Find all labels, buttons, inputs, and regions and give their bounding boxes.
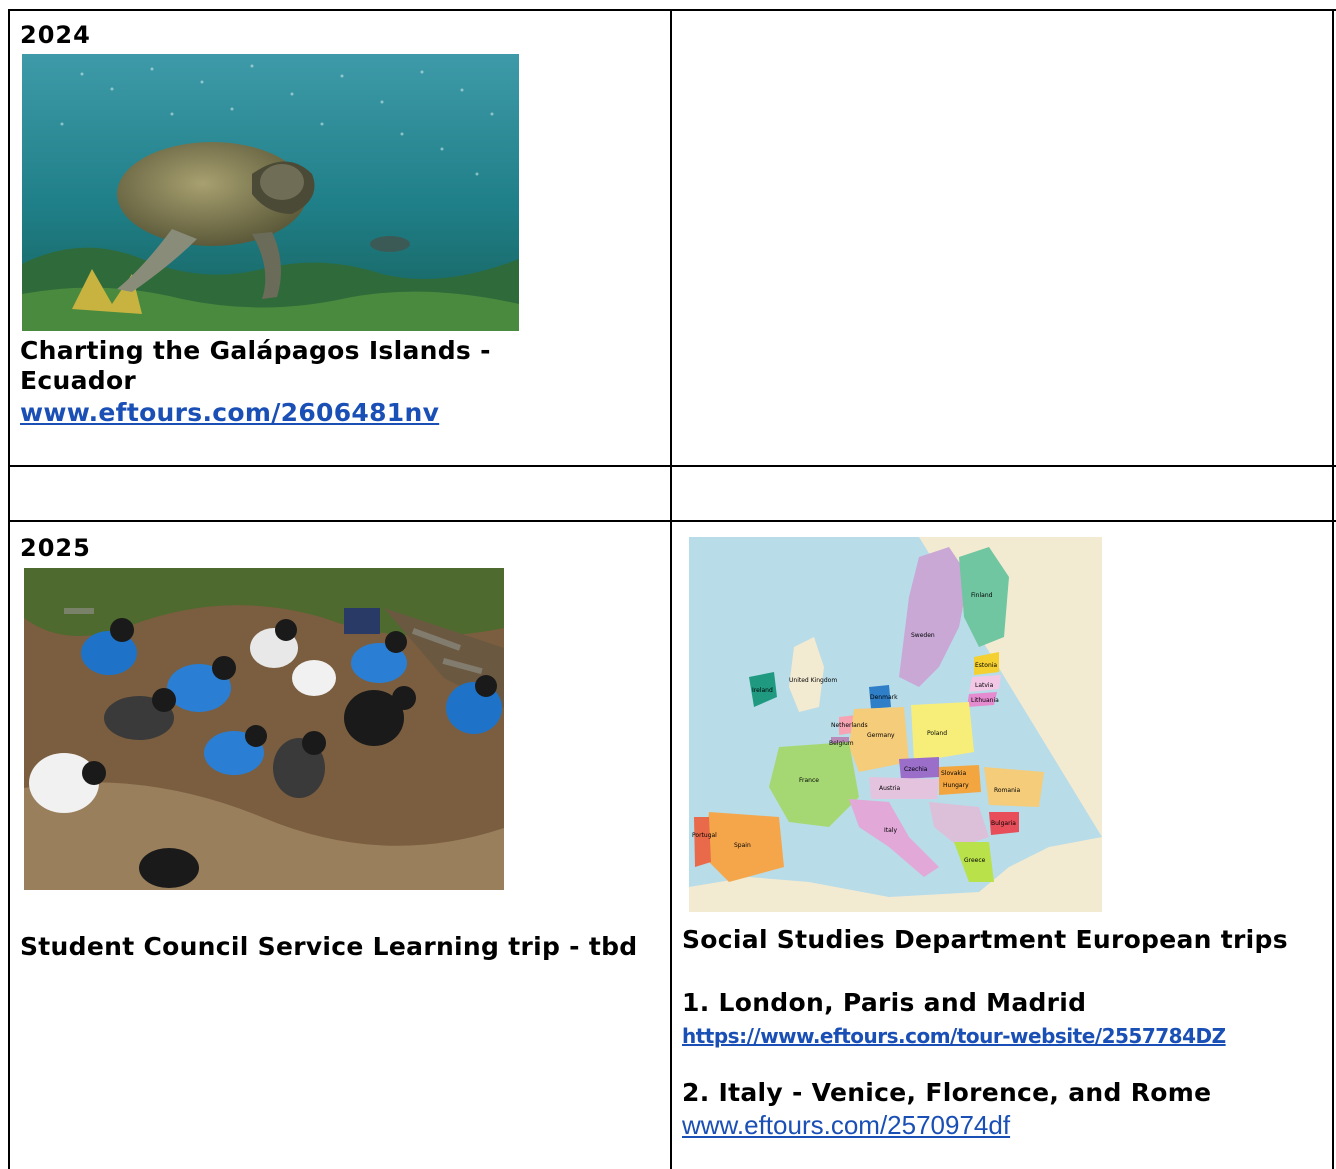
map-label: Czechia <box>904 766 928 773</box>
galapagos-cell: 2024 Charting the Galápagos Islands - Ec… <box>10 11 670 465</box>
map-label: Bulgaria <box>991 820 1016 827</box>
europe-trip-2-title: 2. Italy - Venice, Florence, and Rome <box>682 1078 1212 1107</box>
empty-cell-spacer-left <box>10 467 670 520</box>
map-label: Finland <box>971 592 993 599</box>
galapagos-link[interactable]: www.eftours.com/2606481nv <box>20 398 439 428</box>
map-label: Belgium <box>829 740 854 747</box>
empty-cell-spacer-right <box>672 467 1332 520</box>
map-label: Hungary <box>943 782 969 789</box>
map-label: Slovakia <box>941 770 967 777</box>
service-cell: 2025 Student Council Service Learning tr… <box>10 522 670 1169</box>
map-label: Romania <box>994 787 1021 794</box>
service-learning-image <box>24 568 504 890</box>
map-label: Greece <box>964 857 986 864</box>
table-border-right <box>1332 9 1334 1169</box>
year-label: 2024 <box>20 21 91 49</box>
europe-trip-1-title: 1. London, Paris and Madrid <box>682 988 1087 1017</box>
map-label: Spain <box>734 842 751 849</box>
europe-trip-2-link[interactable]: www.eftours.com/2570974df <box>682 1110 1010 1141</box>
europe-cell: Finland Sweden Estonia Latvia Lithuania … <box>672 522 1332 1169</box>
map-label: Latvia <box>975 682 994 689</box>
map-label: Denmark <box>870 694 898 701</box>
service-title: Student Council Service Learning trip - … <box>20 932 638 961</box>
map-label: Portugal <box>692 832 717 839</box>
map-label: Austria <box>879 785 901 792</box>
sea-turtle-image <box>22 54 519 331</box>
map-label: Estonia <box>975 662 997 669</box>
year-label: 2025 <box>20 534 91 562</box>
europe-map-image: Finland Sweden Estonia Latvia Lithuania … <box>689 537 1102 912</box>
europe-trip-1-link[interactable]: https://www.eftours.com/tour-website/255… <box>682 1024 1226 1048</box>
trips-table: 2024 Charting the Galápagos Islands - Ec… <box>8 9 1336 1169</box>
map-label: France <box>799 777 819 784</box>
map-label: Germany <box>867 732 895 739</box>
map-label: Netherlands <box>831 722 868 729</box>
empty-cell-top-right <box>672 11 1332 465</box>
map-label: Poland <box>927 730 947 737</box>
map-label: Italy <box>884 827 897 834</box>
map-label: Ireland <box>752 687 773 694</box>
map-label: United Kingdom <box>789 677 837 684</box>
europe-title: Social Studies Department European trips <box>682 925 1288 954</box>
galapagos-title: Charting the Galápagos Islands - Ecuador <box>20 336 491 395</box>
map-label: Sweden <box>911 632 935 639</box>
map-label: Lithuania <box>971 697 999 704</box>
